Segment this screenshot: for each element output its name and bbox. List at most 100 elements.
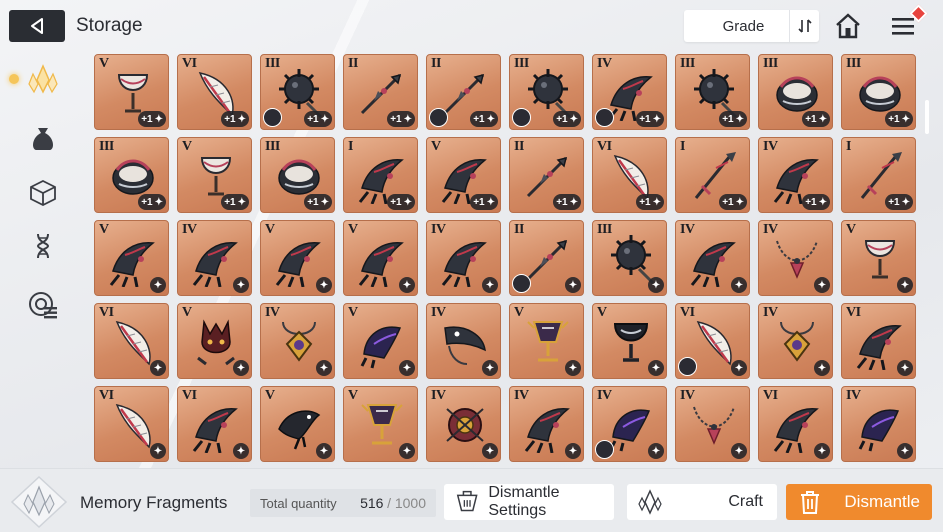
enhance-level-badge: +1 ✦ (470, 194, 498, 210)
item-card[interactable]: III +1 ✦ (260, 137, 335, 213)
item-grade: IV (514, 388, 529, 403)
item-card[interactable]: III +1 ✦ (94, 137, 169, 213)
item-card[interactable]: III ✦ (592, 220, 667, 296)
item-grade: II (348, 56, 358, 71)
sidebar-item-bag[interactable] (25, 120, 61, 156)
enhance-level-text: +1 (556, 113, 568, 125)
memory-fragment-icon (28, 64, 58, 94)
item-card[interactable]: IV ✦ (426, 220, 501, 296)
item-card[interactable]: V +1 ✦ (426, 137, 501, 213)
skill-type-icon: ✦ (565, 277, 581, 293)
back-button[interactable] (9, 10, 65, 42)
item-card[interactable]: V ✦ (260, 386, 335, 462)
dismantle-settings-button[interactable]: Dismantle Settings (444, 484, 614, 520)
equipped-character-avatar (595, 440, 614, 459)
quantity-current: 516 (360, 495, 384, 511)
main-menu-button[interactable] (889, 4, 928, 41)
enhance-level-badge: +1 ✦ (387, 111, 415, 127)
item-card[interactable]: VI +1 ✦ (177, 54, 252, 130)
item-card[interactable]: VI ✦ (758, 386, 833, 462)
enhance-level-badge: +1 ✦ (221, 194, 249, 210)
skill-type-icon: ✦ (154, 113, 163, 125)
total-quantity-label: Total quantity (260, 495, 337, 511)
home-button[interactable] (833, 11, 863, 41)
item-grade: III (846, 56, 861, 71)
item-card[interactable]: II ✦ (509, 220, 584, 296)
craft-crystal-icon (638, 489, 662, 515)
grade-sort-dropdown[interactable]: Grade (684, 10, 819, 42)
skill-type-icon: ✦ (403, 113, 412, 125)
item-card[interactable]: III +1 ✦ (675, 54, 750, 130)
item-card[interactable]: IV ✦ (177, 220, 252, 296)
skill-type-icon: ✦ (648, 360, 664, 376)
enhance-level-badge: +1 ✦ (719, 111, 747, 127)
skill-type-icon: ✦ (569, 113, 578, 125)
item-card[interactable]: VI ✦ (675, 303, 750, 379)
enhance-level-text: +1 (556, 196, 568, 208)
sidebar-item-data-chip[interactable] (25, 286, 61, 322)
skill-type-icon: ✦ (814, 277, 830, 293)
item-card[interactable]: III +1 ✦ (509, 54, 584, 130)
item-grid: V +1 ✦ VI +1 ✦ III +1 ✦ II +1 ✦ II +1 ✦ III +1 ✦ IV +1 ✦ III +… (92, 52, 922, 470)
enhance-level-text: +1 (473, 196, 485, 208)
item-card[interactable]: V ✦ (343, 386, 418, 462)
item-card[interactable]: II +1 ✦ (509, 137, 584, 213)
item-card[interactable]: IV ✦ (592, 386, 667, 462)
grid-scrollbar[interactable] (925, 100, 929, 134)
sidebar-item-memory-fragments[interactable] (9, 62, 61, 98)
item-card[interactable]: IV ✦ (758, 303, 833, 379)
item-card[interactable]: V ✦ (94, 220, 169, 296)
item-card[interactable]: I +1 ✦ (343, 137, 418, 213)
skill-type-icon: ✦ (150, 443, 166, 459)
item-card[interactable]: IV ✦ (841, 386, 916, 462)
item-card[interactable]: V ✦ (343, 303, 418, 379)
item-card[interactable]: III +1 ✦ (260, 54, 335, 130)
item-card[interactable]: IV ✦ (260, 303, 335, 379)
item-card[interactable]: VI +1 ✦ (592, 137, 667, 213)
skill-type-icon: ✦ (818, 196, 827, 208)
item-grade: VI (182, 56, 197, 71)
item-grade: IV (431, 388, 446, 403)
item-card[interactable]: VI ✦ (94, 386, 169, 462)
enhance-level-badge: +1 ✦ (221, 111, 249, 127)
item-card[interactable]: IV +1 ✦ (592, 54, 667, 130)
item-card[interactable]: IV ✦ (426, 386, 501, 462)
sidebar-item-dna[interactable] (25, 228, 61, 264)
item-card[interactable]: IV ✦ (758, 220, 833, 296)
item-card[interactable]: V +1 ✦ (177, 137, 252, 213)
dismantle-button[interactable]: Dismantle (786, 484, 932, 520)
item-card[interactable]: IV ✦ (509, 386, 584, 462)
item-card[interactable]: I +1 ✦ (675, 137, 750, 213)
skill-type-icon: ✦ (814, 443, 830, 459)
item-card[interactable]: VI ✦ (841, 303, 916, 379)
sort-order-icon[interactable] (789, 10, 819, 42)
equipped-character-avatar (512, 108, 531, 127)
sidebar-item-cube[interactable] (25, 175, 61, 211)
item-card[interactable]: III +1 ✦ (758, 54, 833, 130)
item-card[interactable]: I +1 ✦ (841, 137, 916, 213)
item-card[interactable]: V ✦ (592, 303, 667, 379)
item-card[interactable]: VI ✦ (94, 303, 169, 379)
item-card[interactable]: V ✦ (841, 220, 916, 296)
item-card[interactable]: IV ✦ (675, 220, 750, 296)
item-grade: I (680, 139, 685, 154)
item-card[interactable]: IV ✦ (675, 386, 750, 462)
item-grade: V (348, 305, 358, 320)
item-card[interactable]: II +1 ✦ (426, 54, 501, 130)
craft-button[interactable]: Craft (627, 484, 777, 520)
item-card[interactable]: III +1 ✦ (841, 54, 916, 130)
item-card[interactable]: V +1 ✦ (94, 54, 169, 130)
item-card[interactable]: V ✦ (260, 220, 335, 296)
item-card[interactable]: IV ✦ (426, 303, 501, 379)
item-card[interactable]: II +1 ✦ (343, 54, 418, 130)
item-card[interactable]: IV +1 ✦ (758, 137, 833, 213)
enhance-level-text: +1 (639, 196, 651, 208)
item-card[interactable]: V ✦ (509, 303, 584, 379)
skill-type-icon: ✦ (150, 360, 166, 376)
item-card[interactable]: VI ✦ (177, 386, 252, 462)
craft-label: Craft (728, 493, 763, 510)
item-grade: V (348, 388, 358, 403)
quantity-max: / 1000 (387, 495, 426, 511)
item-card[interactable]: V ✦ (177, 303, 252, 379)
item-card[interactable]: V ✦ (343, 220, 418, 296)
